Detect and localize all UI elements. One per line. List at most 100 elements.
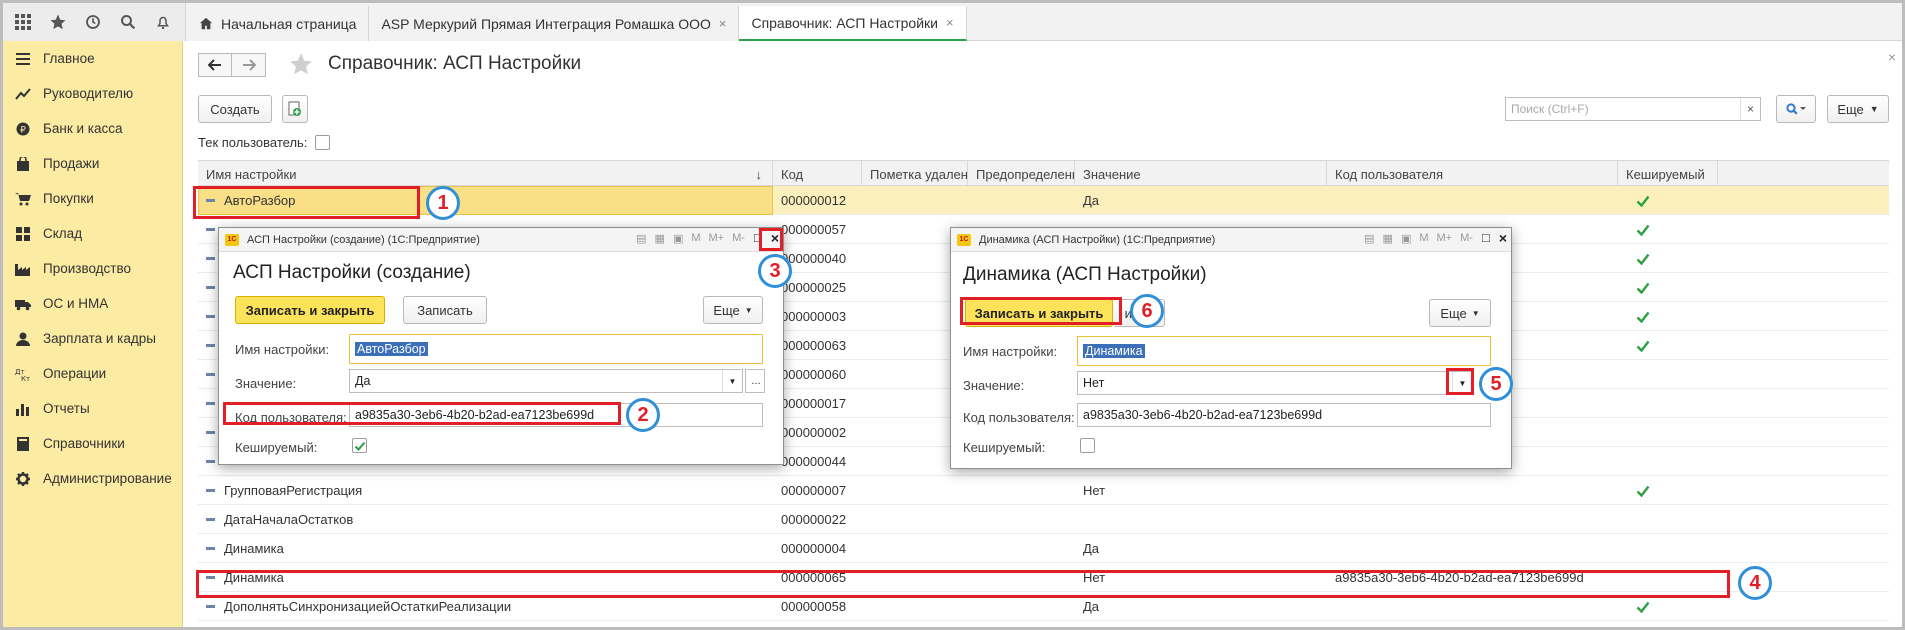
ruble-icon: ₽ bbox=[15, 121, 31, 137]
favorite-star-icon[interactable] bbox=[288, 51, 314, 80]
cell-text: ДополнятьСинхронизациейОстаткиРеализации bbox=[224, 599, 512, 614]
sidebar-item[interactable]: ₽ Банк и касса bbox=[3, 111, 182, 146]
cached-checkbox[interactable] bbox=[1080, 438, 1095, 453]
column-header[interactable]: Имя настройки ↓ bbox=[198, 161, 773, 187]
table-row[interactable]: ГрупповаяРегистрация 000000007 Нет bbox=[198, 476, 1889, 505]
sidebar-item[interactable]: Справочники bbox=[3, 426, 182, 461]
item-marker-icon bbox=[206, 460, 215, 463]
table-cell: 000000012 bbox=[773, 186, 862, 215]
print-icon[interactable]: ▤ bbox=[636, 232, 646, 245]
name-value: АвтоРазбор bbox=[355, 342, 428, 356]
create-copy-button[interactable] bbox=[282, 95, 308, 123]
item-marker-icon bbox=[206, 257, 215, 260]
cell-text: ДатаНачалаОстатков bbox=[224, 512, 354, 527]
table-row[interactable]: ДатаНачалаОстатков 000000022 bbox=[198, 505, 1889, 534]
sidebar-item[interactable]: Дт Кт Операции bbox=[3, 356, 182, 391]
memory-minus-button[interactable]: M- bbox=[732, 232, 745, 244]
more-button[interactable]: Еще ▼ bbox=[1827, 95, 1889, 123]
tab-home[interactable]: Начальная страница bbox=[187, 6, 370, 41]
dialog-more-button[interactable]: Еще ▼ bbox=[1429, 299, 1491, 327]
person-icon bbox=[15, 331, 31, 347]
dialog-more-button[interactable]: Еще ▼ bbox=[703, 296, 763, 324]
cell-text: Да bbox=[1083, 541, 1100, 556]
clear-search-icon[interactable]: × bbox=[1740, 98, 1760, 120]
close-dialog-icon[interactable]: × bbox=[1499, 230, 1507, 246]
favorites-star-icon[interactable] bbox=[44, 8, 72, 36]
close-tab-icon[interactable]: × bbox=[719, 16, 727, 31]
dropdown-arrow-icon[interactable]: ▼ bbox=[722, 370, 742, 392]
cart-icon bbox=[15, 191, 31, 207]
sidebar-item[interactable]: Отчеты bbox=[3, 391, 182, 426]
svg-text:Кт: Кт bbox=[21, 375, 30, 381]
search-button[interactable] bbox=[1776, 95, 1816, 123]
memory-m-button[interactable]: M bbox=[1419, 232, 1428, 244]
sidebar-item[interactable]: Главное bbox=[3, 41, 182, 76]
table-icon[interactable]: ▦ bbox=[1383, 232, 1393, 245]
check-icon bbox=[354, 441, 365, 451]
bell-icon[interactable] bbox=[149, 8, 177, 36]
warehouse-icon bbox=[15, 226, 31, 242]
sidebar-item[interactable]: Администрирование bbox=[3, 461, 182, 496]
item-marker-icon bbox=[206, 315, 215, 318]
annotation-box-5 bbox=[1446, 368, 1474, 395]
forward-button[interactable] bbox=[232, 53, 266, 77]
calendar-icon[interactable]: ▣ bbox=[673, 232, 683, 245]
item-marker-icon bbox=[206, 431, 215, 434]
save-button[interactable]: Записать bbox=[403, 296, 487, 324]
sidebar-item[interactable]: Производство bbox=[3, 251, 182, 286]
column-header-label: Код пользователя bbox=[1335, 166, 1444, 182]
history-icon[interactable] bbox=[79, 8, 107, 36]
memory-plus-button[interactable]: M+ bbox=[1437, 232, 1453, 244]
value-field[interactable]: Нет ▼ bbox=[1077, 371, 1473, 395]
arrow-left-icon bbox=[208, 59, 221, 71]
back-button[interactable] bbox=[198, 53, 232, 77]
value-field[interactable]: Да ▼ bbox=[349, 369, 743, 393]
apps-grid-icon[interactable] bbox=[9, 8, 37, 36]
table-cell bbox=[1075, 505, 1327, 534]
1c-logo-icon: 1С bbox=[225, 233, 239, 246]
sidebar-item[interactable]: Продажи bbox=[3, 146, 182, 181]
memory-plus-button[interactable]: M+ bbox=[709, 232, 725, 244]
sidebar-item[interactable]: Покупки bbox=[3, 181, 182, 216]
cached-label: Кешируемый: bbox=[963, 440, 1046, 455]
sidebar-item[interactable]: Руководителю bbox=[3, 76, 182, 111]
open-value-button[interactable]: … bbox=[745, 369, 765, 393]
name-field[interactable]: Динамика bbox=[1077, 336, 1491, 366]
search-dropdown-icon bbox=[1786, 103, 1806, 115]
column-header[interactable]: Код bbox=[773, 161, 862, 187]
column-header[interactable]: Код пользователя bbox=[1327, 161, 1618, 187]
table-cell bbox=[1327, 505, 1618, 534]
cell-text: 000000004 bbox=[781, 541, 847, 556]
close-form-icon[interactable]: × bbox=[1888, 49, 1896, 65]
search-input[interactable]: Поиск (Ctrl+F) × bbox=[1505, 97, 1761, 121]
name-field[interactable]: АвтоРазбор bbox=[349, 334, 763, 364]
save-and-close-button[interactable]: Записать и закрыть bbox=[235, 296, 385, 324]
column-header[interactable]: Кешируемый bbox=[1618, 161, 1718, 187]
sidebar-item[interactable]: Склад bbox=[3, 216, 182, 251]
close-tab-icon[interactable]: × bbox=[946, 15, 954, 30]
memory-minus-button[interactable]: M- bbox=[1460, 232, 1473, 244]
print-icon[interactable]: ▤ bbox=[1364, 232, 1374, 245]
cell-text: 000000003 bbox=[781, 309, 847, 324]
memory-m-button[interactable]: M bbox=[691, 232, 700, 244]
column-header[interactable]: Пометка удаления bbox=[862, 161, 968, 187]
column-header[interactable]: Значение bbox=[1075, 161, 1327, 187]
cached-checkbox[interactable] bbox=[352, 438, 367, 453]
cached-label: Кешируемый: bbox=[235, 440, 318, 455]
annotation-number-5: 5 bbox=[1479, 367, 1513, 401]
table-icon[interactable]: ▦ bbox=[655, 232, 665, 245]
table-row[interactable]: Динамика 000000004 Да bbox=[198, 534, 1889, 563]
create-button[interactable]: Создать bbox=[198, 95, 272, 123]
check-icon bbox=[1628, 302, 1650, 331]
tab-asp-mercury[interactable]: ASP Меркурий Прямая Интеграция Ромашка О… bbox=[369, 6, 740, 41]
maximize-icon[interactable]: ☐ bbox=[1481, 232, 1491, 245]
column-header[interactable]: Предопределенный bbox=[968, 161, 1075, 187]
current-user-checkbox[interactable] bbox=[315, 135, 331, 150]
cell-text: 000000063 bbox=[781, 338, 847, 353]
search-icon[interactable] bbox=[114, 8, 142, 36]
user-code-field[interactable]: a9835a30-3eb6-4b20-b2ad-ea7123be699d bbox=[1077, 403, 1491, 427]
sidebar-item[interactable]: Зарплата и кадры bbox=[3, 321, 182, 356]
sidebar-item[interactable]: ОС и НМА bbox=[3, 286, 182, 321]
tab-asp-settings[interactable]: Справочник: АСП Настройки × bbox=[739, 6, 967, 41]
calendar-icon[interactable]: ▣ bbox=[1401, 232, 1411, 245]
